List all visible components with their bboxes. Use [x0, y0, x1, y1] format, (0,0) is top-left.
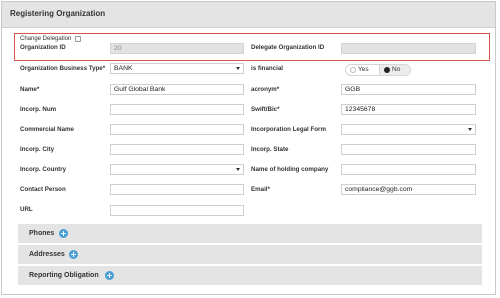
business-type-value: BANK [114, 65, 133, 72]
acronym-label: acronym* [251, 86, 280, 93]
section-addresses[interactable]: Addresses + [18, 245, 482, 265]
acronym-field[interactable]: GGB [341, 84, 476, 95]
chevron-down-icon [236, 168, 240, 171]
radio-selected-icon [384, 67, 390, 73]
incorp-city-field[interactable] [110, 144, 244, 155]
organization-id-field: 20 [110, 43, 244, 54]
business-type-select[interactable]: BANK [110, 63, 244, 74]
section-reporting-obligation[interactable]: Reporting Obligation + [18, 266, 482, 286]
commercial-name-label: Commercial Name [20, 126, 74, 133]
change-delegation-checkbox[interactable] [75, 36, 81, 42]
incorp-country-select[interactable] [110, 164, 244, 175]
plus-circle-icon[interactable]: + [69, 250, 78, 259]
panel-header: Registering Organization [2, 2, 495, 28]
incorp-state-label: Incorp. State [251, 146, 289, 153]
chevron-down-icon [236, 67, 240, 70]
url-field[interactable] [110, 205, 244, 216]
organization-id-label: Organization ID [20, 44, 66, 51]
delegate-organization-id-field [341, 43, 476, 54]
holding-company-field[interactable] [341, 164, 476, 175]
is-financial-yes-label: Yes [358, 66, 369, 73]
name-label: Name* [20, 86, 40, 93]
section-phones[interactable]: Phones + [18, 224, 482, 244]
is-financial-toggle: Yes No [345, 64, 411, 76]
email-label: Email* [251, 186, 270, 193]
holding-company-label: Name of holding company [251, 166, 329, 173]
delegate-organization-id-label: Delegate Organization ID [251, 44, 325, 51]
chevron-down-icon [468, 128, 472, 131]
change-delegation-label: Change Delegation [20, 36, 72, 42]
incorp-num-label: Incorp. Num [20, 106, 57, 113]
incorp-num-field[interactable] [110, 104, 244, 115]
swift-bic-label: Swift/Bic* [251, 106, 280, 113]
section-phones-title: Phones [29, 230, 55, 237]
radio-unselected-icon [350, 67, 356, 73]
section-addresses-title: Addresses [29, 251, 65, 258]
incorp-city-label: Incorp. City [20, 146, 55, 153]
legal-form-label: Incorporation Legal Form [251, 126, 326, 133]
contact-person-field[interactable] [110, 184, 244, 195]
legal-form-select[interactable] [341, 124, 476, 135]
registering-organization-panel: Registering Organization Change Delegati… [1, 1, 496, 295]
is-financial-no-label: No [392, 66, 401, 73]
business-type-label: Organization Business Type* [20, 65, 106, 72]
email-field[interactable]: compliance@ggb.com [341, 184, 476, 195]
is-financial-label: is financial [251, 65, 283, 72]
panel-title: Registering Organization [10, 9, 106, 18]
commercial-name-field[interactable] [110, 124, 244, 135]
incorp-country-label: Incorp. Country [20, 166, 67, 173]
plus-circle-icon[interactable]: + [105, 271, 114, 280]
swift-bic-field[interactable]: 12345678 [341, 104, 476, 115]
section-reporting-obligation-title: Reporting Obligation [29, 272, 99, 279]
is-financial-no-option[interactable]: No [379, 65, 410, 75]
plus-circle-icon[interactable]: + [59, 229, 68, 238]
is-financial-yes-option[interactable]: Yes [346, 65, 378, 75]
incorp-state-field[interactable] [341, 144, 476, 155]
contact-person-label: Contact Person [20, 186, 66, 193]
url-label: URL [20, 206, 33, 213]
name-field[interactable]: Gulf Global Bank [110, 84, 244, 95]
